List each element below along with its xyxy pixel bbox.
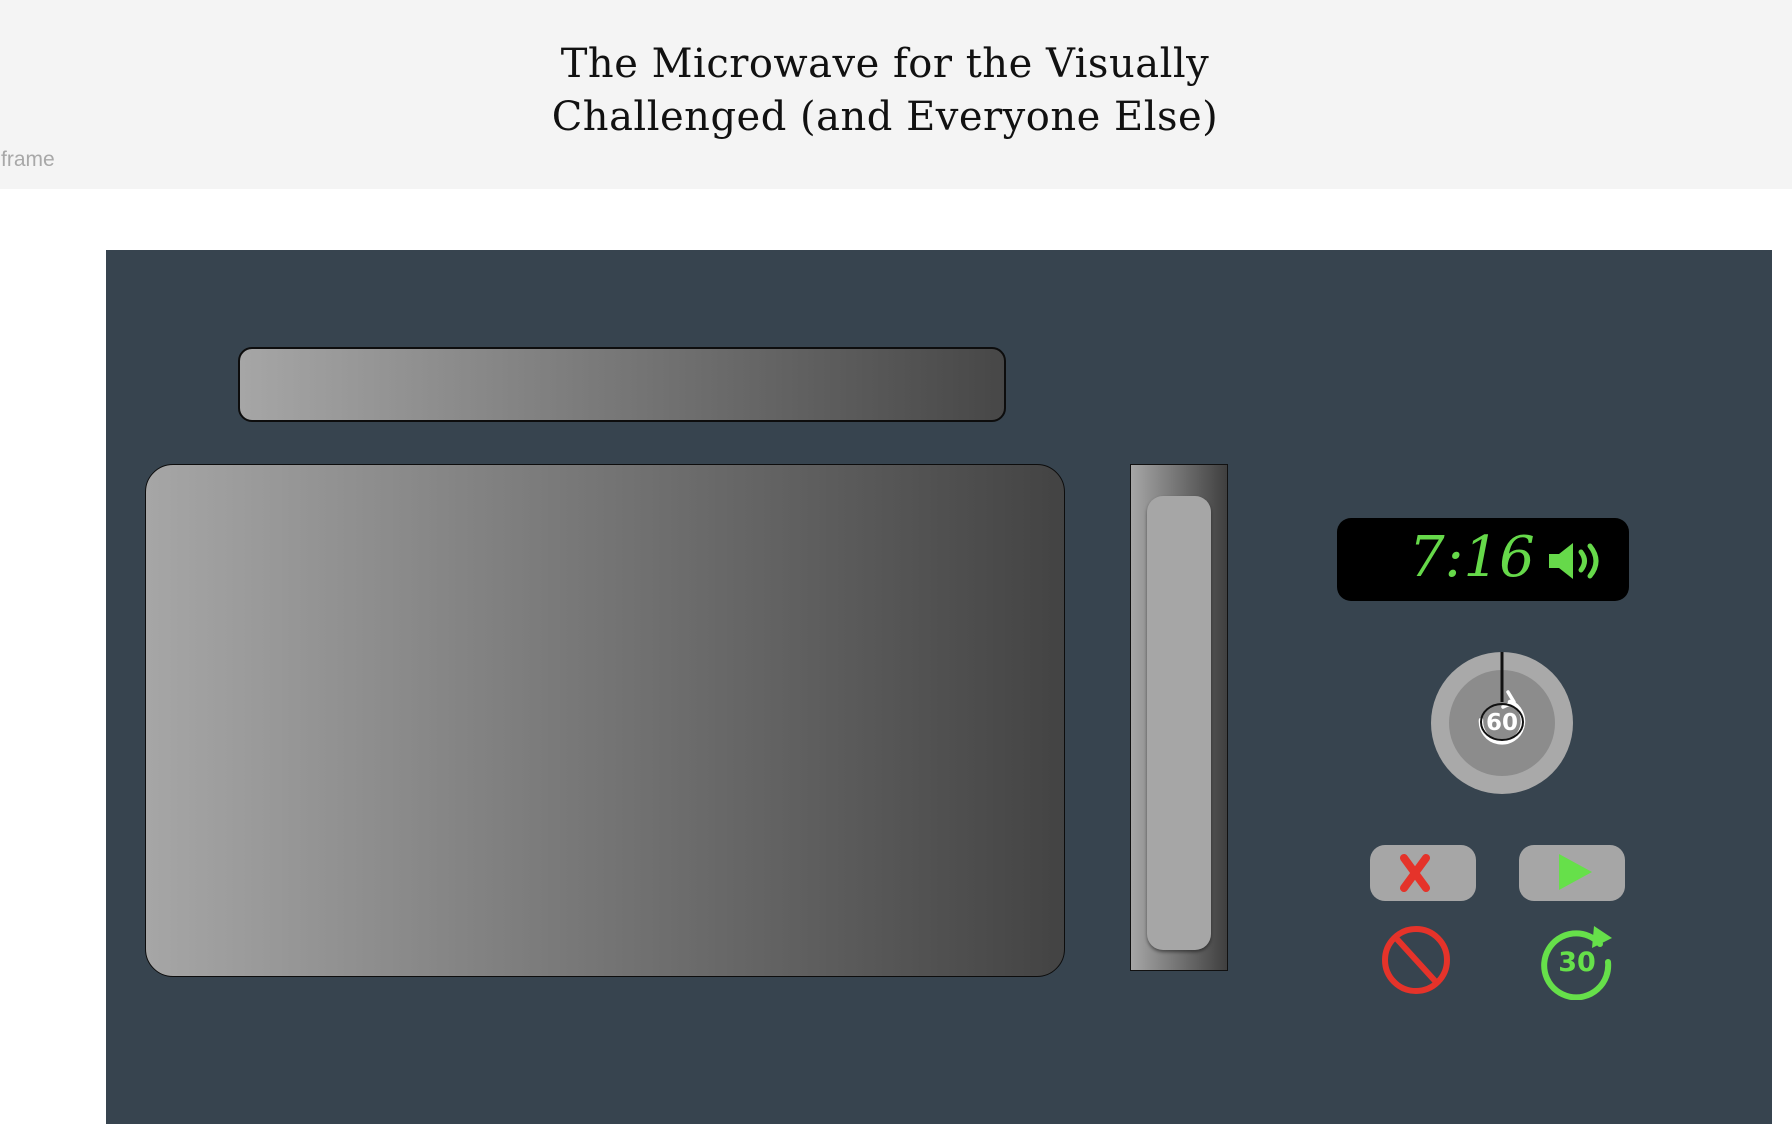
top-vent (238, 347, 1006, 422)
time-display: 7:16 (1337, 518, 1629, 601)
microwave-body: 7:16 60 30 (106, 250, 1772, 1124)
stop-button[interactable] (1370, 845, 1476, 901)
door-handle[interactable] (1147, 496, 1211, 950)
prohibited-icon[interactable] (1380, 924, 1452, 996)
door-window (145, 464, 1065, 977)
add-time-label: 30 (1558, 947, 1596, 978)
play-icon (1559, 854, 1592, 890)
x-mark-icon (1400, 854, 1430, 892)
dial-face: 60 (1478, 652, 1526, 745)
door-handle-frame (1130, 464, 1228, 971)
start-button[interactable] (1519, 845, 1625, 901)
dial-label: 60 (1486, 710, 1518, 736)
add-30-seconds-button[interactable]: 30 (1538, 922, 1616, 1000)
page-header: The Microwave for the Visually Challenge… (0, 0, 1792, 189)
page-title-line-1: The Microwave for the Visually (560, 41, 1210, 87)
page-title: The Microwave for the Visually Challenge… (0, 38, 1770, 144)
timer-dial[interactable]: 60 (1431, 652, 1573, 794)
speaker-volume-icon[interactable] (1547, 540, 1609, 582)
display-time: 7:16 (1409, 525, 1535, 590)
page-title-line-2: Challenged (and Everyone Else) (551, 94, 1219, 140)
frame-label: frame (1, 148, 55, 171)
